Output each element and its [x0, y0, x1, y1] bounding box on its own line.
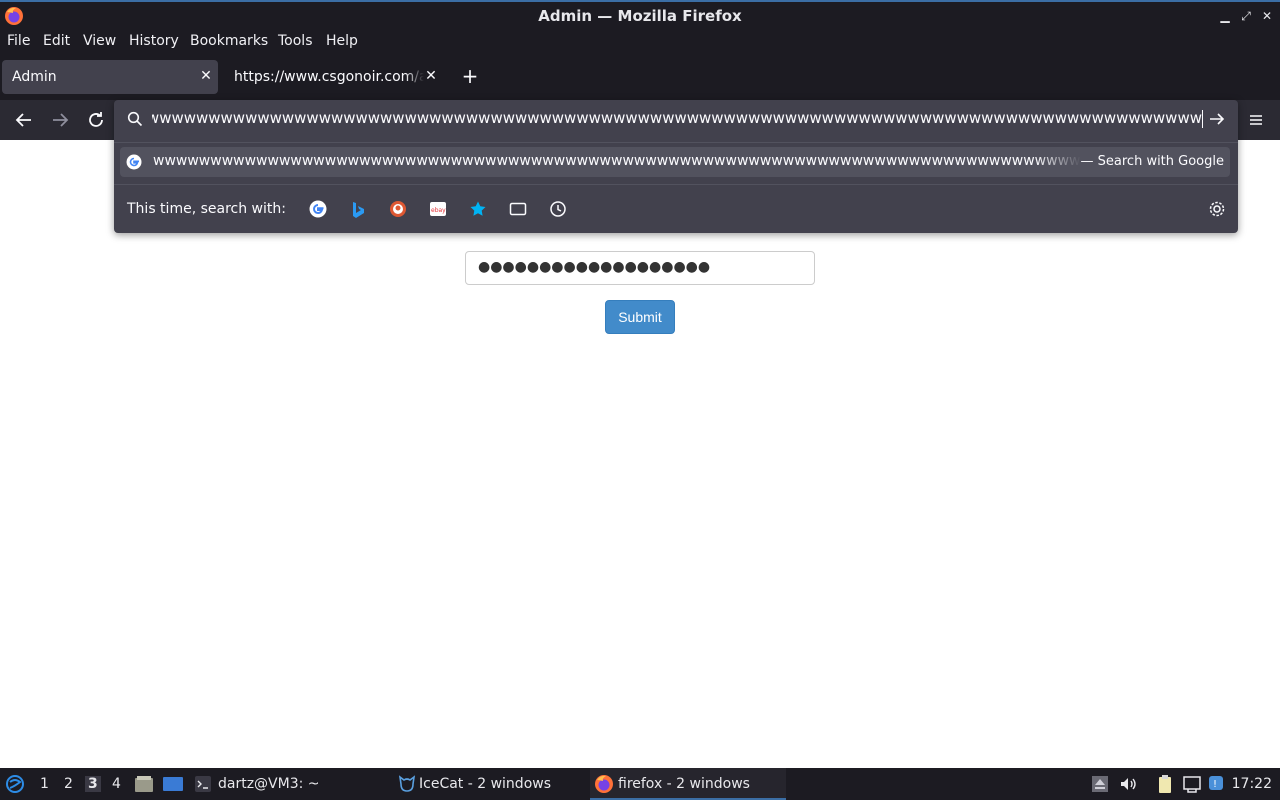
workspace-2[interactable]: 2 — [64, 776, 73, 792]
window-titlebar: Admin — Mozilla Firefox ▁ ⤢ ✕ — [0, 0, 1280, 30]
search-icon — [127, 111, 143, 127]
go-arrow-icon[interactable] — [1208, 111, 1226, 127]
reload-button[interactable] — [84, 108, 108, 132]
clipboard-icon[interactable] — [1155, 774, 1175, 794]
hamburger-icon — [1250, 115, 1262, 125]
tab-admin[interactable]: Admin ✕ — [2, 60, 218, 94]
bookmarks-star-icon[interactable] — [469, 200, 487, 218]
eject-icon[interactable] — [1090, 774, 1110, 794]
menu-bookmarks[interactable]: Bookmarks — [190, 33, 268, 49]
bing-icon[interactable] — [349, 200, 367, 218]
new-tab-button[interactable]: + — [460, 66, 480, 86]
menu-help[interactable]: Help — [326, 33, 358, 49]
start-menu-icon[interactable] — [5, 774, 25, 794]
menu-view[interactable]: View — [83, 33, 116, 49]
back-arrow-icon — [15, 113, 31, 127]
maximize-button[interactable]: ⤢ — [1238, 8, 1254, 24]
google-icon — [126, 154, 142, 170]
icecat-icon — [398, 775, 416, 792]
task-firefox[interactable]: firefox - 2 windows — [590, 768, 786, 800]
menu-file[interactable]: File — [7, 33, 30, 49]
notification-icon[interactable]: ! — [1207, 774, 1227, 794]
workspace-3[interactable]: 3 — [85, 776, 101, 792]
desktop-icon[interactable] — [162, 775, 184, 793]
volume-icon[interactable] — [1118, 774, 1138, 794]
svg-text:!: ! — [1213, 779, 1217, 790]
menu-tools[interactable]: Tools — [278, 33, 313, 49]
tab-label: https://www.csgonoir.com/ac — [234, 69, 424, 85]
duckduckgo-icon[interactable] — [389, 200, 407, 218]
minimize-button[interactable]: ▁ — [1217, 8, 1233, 24]
terminal-icon — [195, 776, 211, 792]
task-terminal[interactable]: dartz@VM3: ~ — [192, 768, 382, 800]
task-icecat[interactable]: IceCat - 2 windows — [395, 768, 585, 800]
search-suggestion-row[interactable]: wwwwwwwwwwwwwwwwwwwwwwwwwwwwwwwwwwwwwwww… — [120, 147, 1230, 177]
task-label: dartz@VM3: ~ — [218, 776, 320, 792]
google-icon[interactable] — [309, 200, 327, 218]
tab-strip: Admin ✕ https://www.csgonoir.com/ac ✕ — [0, 54, 1280, 100]
workspace-1[interactable]: 1 — [40, 776, 49, 792]
ebay-icon[interactable]: ebay — [429, 200, 447, 218]
clock[interactable]: 17:22 — [1232, 776, 1272, 792]
suggestion-action: — Search with Google — [1080, 154, 1224, 169]
app-menu-button[interactable] — [1244, 108, 1268, 132]
urlbar-dropdown: wwwwwwwwwwwwwwwwwwwwwwwwwwwwwwwwwwwwwwww… — [114, 100, 1238, 233]
close-tab-icon[interactable]: ✕ — [423, 68, 439, 84]
divider — [114, 184, 1238, 185]
reload-icon — [89, 112, 103, 127]
tabs-icon[interactable] — [509, 200, 527, 218]
task-label: IceCat - 2 windows — [419, 776, 552, 792]
urlbar-input[interactable]: wwwwwwwwwwwwwwwwwwwwwwwwwwwwwwwwwwwwwwww… — [152, 109, 1202, 127]
back-button[interactable] — [12, 108, 36, 132]
menu-bar: File Edit View History Bookmarks Tools H… — [0, 30, 1280, 54]
file-manager-icon[interactable] — [134, 775, 154, 793]
task-label: firefox - 2 windows — [618, 776, 750, 792]
text-caret — [1202, 110, 1203, 128]
workspace-4[interactable]: 4 — [112, 776, 121, 792]
window-title: Admin — Mozilla Firefox — [538, 7, 742, 25]
close-tab-icon[interactable]: ✕ — [198, 68, 214, 84]
taskbar: 1 2 3 4 dartz@VM3: ~ IceCat - 2 windows … — [0, 768, 1280, 800]
history-icon[interactable] — [549, 200, 567, 218]
gear-icon[interactable] — [1208, 200, 1226, 218]
urlbar[interactable]: wwwwwwwwwwwwwwwwwwwwwwwwwwwwwwwwwwwwwwww… — [114, 100, 1238, 138]
menu-edit[interactable]: Edit — [43, 33, 70, 49]
close-window-button[interactable]: ✕ — [1259, 8, 1275, 24]
forward-button[interactable] — [48, 108, 72, 132]
menu-history[interactable]: History — [129, 33, 179, 49]
tab-label: Admin — [12, 69, 57, 85]
divider — [114, 142, 1238, 143]
submit-button[interactable]: Submit — [605, 300, 675, 334]
forward-arrow-icon — [53, 113, 69, 127]
svg-text:ebay: ebay — [431, 207, 446, 214]
oneoff-search-label: This time, search with: — [127, 201, 286, 217]
tab-csgonoir[interactable]: https://www.csgonoir.com/ac ✕ — [224, 60, 446, 94]
password-field[interactable]: ●●●●●●●●●●●●●●●●●●● — [465, 251, 815, 285]
suggestion-text: wwwwwwwwwwwwwwwwwwwwwwwwwwwwwwwwwwwwwwww… — [153, 153, 1081, 169]
password-value: ●●●●●●●●●●●●●●●●●●● — [478, 259, 711, 275]
network-icon[interactable] — [1182, 774, 1202, 794]
firefox-icon — [595, 775, 613, 793]
